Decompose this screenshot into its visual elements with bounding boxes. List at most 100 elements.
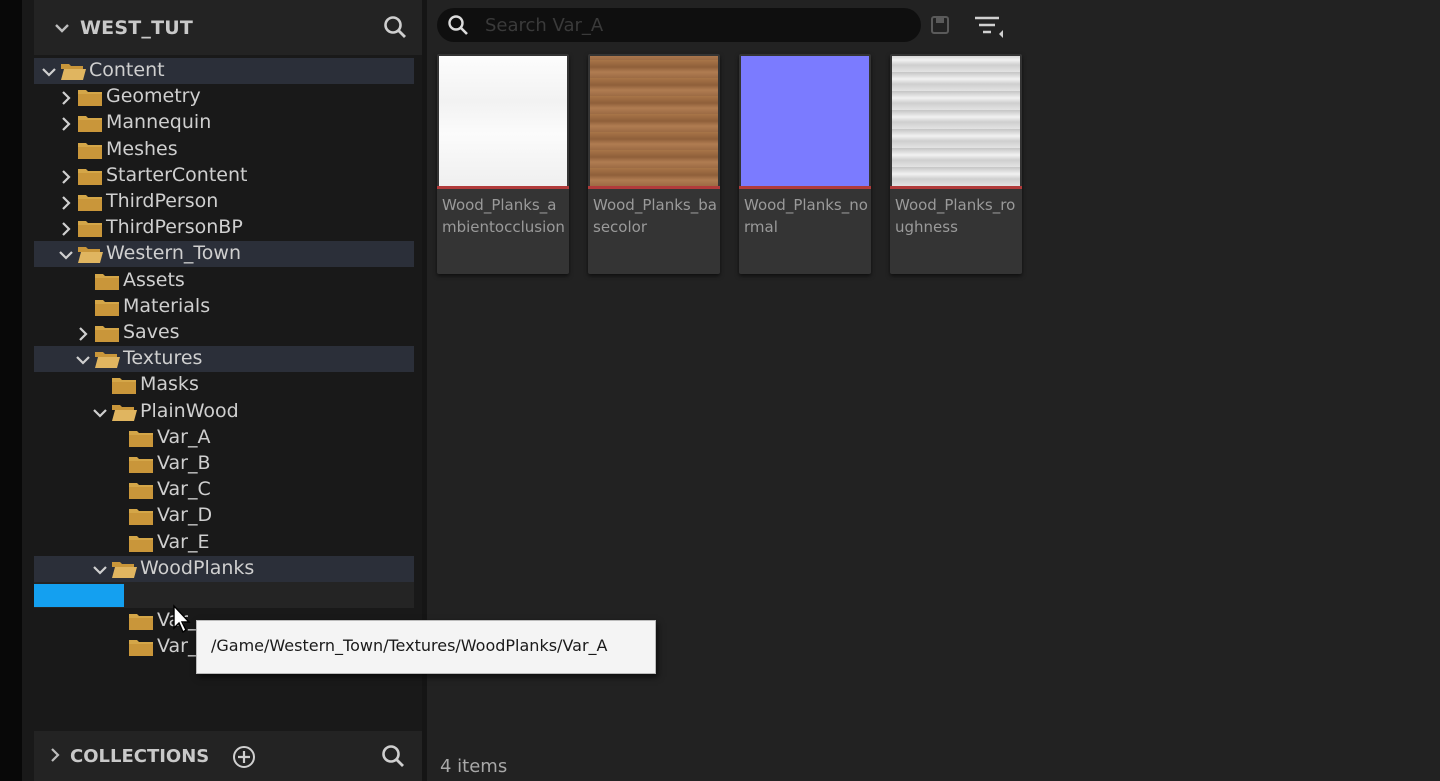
search-icon[interactable] bbox=[380, 743, 406, 769]
asset-name: Wood_Planks_normal bbox=[744, 196, 868, 236]
tree-row[interactable]: Var_E bbox=[34, 530, 414, 556]
tree-row-label: Var_C bbox=[157, 478, 211, 501]
tree-row[interactable]: PlainWood bbox=[34, 399, 414, 425]
tree-row[interactable]: Var_C bbox=[34, 477, 414, 503]
texture-thumbnail bbox=[892, 56, 1020, 186]
save-search-icon[interactable] bbox=[929, 14, 951, 36]
tree-row[interactable]: Content bbox=[34, 58, 414, 84]
asset-tile[interactable]: Wood_Planks_normal bbox=[739, 54, 871, 274]
chevron-down-icon[interactable] bbox=[59, 247, 73, 261]
tree-row[interactable]: StarterContent bbox=[34, 163, 414, 189]
folder-icon bbox=[94, 271, 120, 291]
chevron-down-icon[interactable] bbox=[93, 405, 107, 419]
folder-open-icon bbox=[60, 61, 86, 81]
tree-row-label: Var_B bbox=[157, 452, 211, 474]
folder-icon bbox=[77, 166, 103, 186]
folder-open-icon bbox=[111, 402, 137, 422]
tree-row-label: Geometry bbox=[106, 85, 201, 108]
tree-row[interactable]: ThirdPersonBP bbox=[34, 215, 414, 241]
folder-icon bbox=[77, 87, 103, 107]
tree-row-label: Var_ bbox=[157, 635, 198, 658]
rename-selection[interactable] bbox=[34, 584, 124, 607]
tree-row[interactable]: Materials bbox=[34, 294, 414, 320]
filter-icon[interactable] bbox=[969, 12, 1007, 40]
tree-row-label: Var_D bbox=[157, 504, 213, 527]
tree-row[interactable]: Textures bbox=[34, 346, 414, 373]
tree-row-label: Materials bbox=[123, 294, 211, 317]
tree-row[interactable]: Meshes bbox=[34, 137, 414, 163]
mouse-cursor-icon bbox=[173, 604, 191, 634]
asset-name: Wood_Planks_basecolor bbox=[593, 196, 717, 236]
tree-row[interactable]: Var_D bbox=[34, 503, 414, 529]
tree-row-label: Saves bbox=[123, 321, 180, 343]
tree-row-label: Western_Town bbox=[106, 242, 242, 265]
folder-icon bbox=[94, 297, 120, 317]
tree-row-label: WoodPlanks bbox=[140, 556, 255, 579]
folder-icon bbox=[128, 454, 154, 474]
tree-row[interactable] bbox=[34, 582, 414, 608]
folder-icon bbox=[128, 533, 154, 553]
chevron-down-icon[interactable] bbox=[93, 562, 107, 576]
tree-row-label: Meshes bbox=[106, 137, 178, 160]
sources-header[interactable]: WEST_TUT bbox=[34, 0, 422, 55]
tree-row-label: Var_A bbox=[157, 425, 211, 448]
chevron-down-icon[interactable] bbox=[76, 352, 90, 366]
chevron-right-icon[interactable] bbox=[59, 195, 73, 210]
chevron-down-icon[interactable] bbox=[54, 20, 70, 36]
texture-thumbnail bbox=[741, 56, 869, 186]
chevron-right-icon[interactable] bbox=[59, 90, 73, 105]
chevron-right-icon[interactable] bbox=[76, 326, 90, 341]
tree-row[interactable]: Assets bbox=[34, 268, 414, 294]
asset-tile[interactable]: Wood_Planks_basecolor bbox=[588, 54, 720, 274]
tree-row-label: ThirdPersonBP bbox=[106, 216, 243, 239]
asset-tile[interactable]: Wood_Planks_roughness bbox=[890, 54, 1022, 274]
tree-row-label: Mannequin bbox=[106, 111, 212, 134]
asset-type-bar bbox=[739, 186, 871, 189]
tree-row-label: Assets bbox=[123, 268, 185, 291]
folder-icon bbox=[77, 140, 103, 160]
tree-row-label: Content bbox=[89, 59, 165, 81]
tree-row[interactable]: Var_B bbox=[34, 451, 414, 477]
tree-row[interactable]: Western_Town bbox=[34, 241, 414, 268]
tree-row[interactable]: ThirdPerson bbox=[34, 189, 414, 215]
tree-row[interactable]: Saves bbox=[34, 320, 414, 346]
asset-type-bar bbox=[890, 186, 1022, 189]
asset-type-bar bbox=[437, 186, 569, 189]
texture-thumbnail bbox=[590, 56, 718, 186]
asset-type-bar bbox=[588, 186, 720, 189]
folder-icon bbox=[77, 192, 103, 212]
add-collection-icon[interactable] bbox=[232, 745, 256, 769]
tree-row-label: PlainWood bbox=[140, 399, 239, 422]
chevron-right-icon[interactable] bbox=[48, 748, 62, 762]
asset-search-input[interactable]: Search Var_A bbox=[437, 8, 921, 42]
collections-header[interactable]: COLLECTIONS bbox=[34, 731, 422, 781]
tree-row-label: ThirdPerson bbox=[106, 190, 219, 212]
window-edge bbox=[0, 0, 22, 781]
folder-icon bbox=[128, 428, 154, 448]
folder-open-icon bbox=[111, 559, 137, 579]
chevron-right-icon[interactable] bbox=[59, 116, 73, 132]
tree-row[interactable]: Var_A bbox=[34, 425, 414, 451]
tree-row[interactable]: Geometry bbox=[34, 84, 414, 110]
asset-name: Wood_Planks_ambientocclusion bbox=[442, 196, 565, 236]
tooltip-text: /Game/Western_Town/Textures/WoodPlanks/V… bbox=[211, 636, 608, 655]
asset-name: Wood_Planks_roughness bbox=[895, 196, 1016, 236]
folder-open-icon bbox=[94, 349, 120, 369]
tree-row-label: StarterContent bbox=[106, 163, 248, 186]
folder-icon bbox=[77, 113, 103, 133]
folder-open-icon bbox=[77, 244, 103, 264]
tree-row-label: Masks bbox=[140, 373, 199, 396]
folder-icon bbox=[128, 637, 154, 657]
project-title: WEST_TUT bbox=[80, 16, 194, 39]
asset-tile[interactable]: Wood_Planks_ambientocclusion bbox=[437, 54, 569, 274]
tree-row[interactable]: Mannequin bbox=[34, 110, 414, 136]
chevron-right-icon[interactable] bbox=[59, 169, 73, 184]
folder-icon bbox=[77, 218, 103, 238]
chevron-right-icon[interactable] bbox=[59, 221, 73, 236]
tree-row[interactable]: Masks bbox=[34, 372, 414, 398]
tree-row-label: Var_E bbox=[157, 530, 210, 553]
chevron-down-icon[interactable] bbox=[42, 64, 56, 78]
search-icon[interactable] bbox=[382, 14, 408, 40]
tree-row[interactable]: WoodPlanks bbox=[34, 555, 414, 582]
item-count: 4 items bbox=[440, 756, 508, 777]
